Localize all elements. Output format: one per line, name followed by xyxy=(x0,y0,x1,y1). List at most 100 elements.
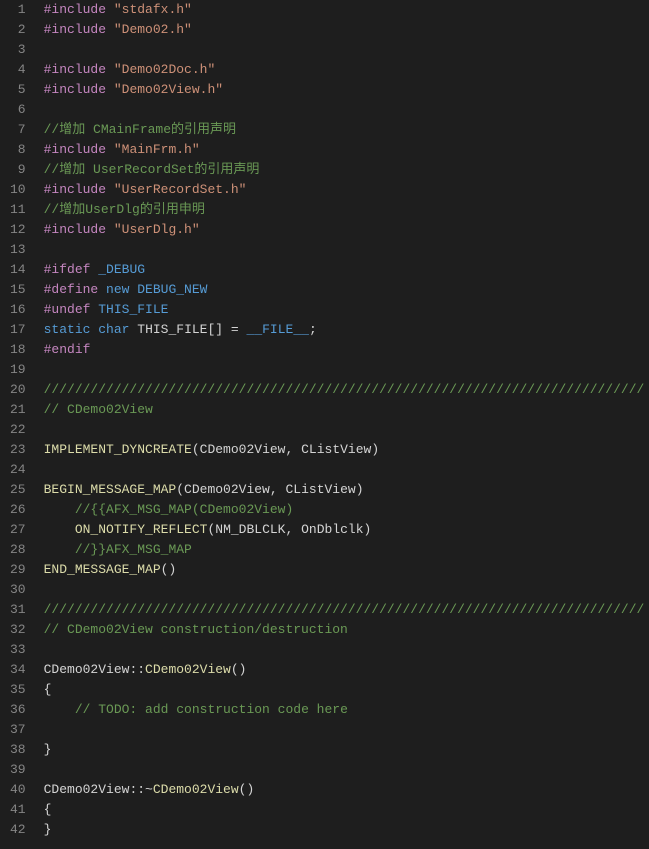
code-line[interactable]: #include "UserRecordSet.h" xyxy=(44,180,645,200)
token-ident: THIS_FILE xyxy=(137,322,207,337)
code-line[interactable]: #include "MainFrm.h" xyxy=(44,140,645,160)
line-number: 4 xyxy=(10,60,26,80)
code-line[interactable]: BEGIN_MESSAGE_MAP(CDemo02View, CListView… xyxy=(44,480,645,500)
code-line[interactable]: ON_NOTIFY_REFLECT(NM_DBLCLK, OnDblclk) xyxy=(44,520,645,540)
token-cmt: //增加UserDlg的引用申明 xyxy=(44,202,205,217)
token-kw: char xyxy=(98,322,129,337)
code-line[interactable]: // CDemo02View construction/destruction xyxy=(44,620,645,640)
code-line[interactable]: } xyxy=(44,820,645,840)
code-line[interactable]: #undef THIS_FILE xyxy=(44,300,645,320)
line-number-gutter: 1234567891011121314151617181920212223242… xyxy=(0,0,40,849)
code-line[interactable]: #include "Demo02View.h" xyxy=(44,80,645,100)
code-line[interactable]: { xyxy=(44,800,645,820)
code-line[interactable]: ////////////////////////////////////////… xyxy=(44,600,645,620)
token-ws xyxy=(44,522,75,537)
code-line[interactable] xyxy=(44,420,645,440)
token-pp: #ifdef xyxy=(44,262,91,277)
token-punct: ::~ xyxy=(129,782,152,797)
token-punct: , xyxy=(270,482,278,497)
code-line[interactable] xyxy=(44,580,645,600)
code-line[interactable]: //{{AFX_MSG_MAP(CDemo02View) xyxy=(44,500,645,520)
token-cmt: //增加 UserRecordSet的引用声明 xyxy=(44,162,260,177)
token-punct: ( xyxy=(192,442,200,457)
token-pp: #endif xyxy=(44,342,91,357)
token-ident: CDemo02View xyxy=(44,662,130,677)
token-pp: #include xyxy=(44,142,106,157)
line-number: 1 xyxy=(10,0,26,20)
line-number: 38 xyxy=(10,740,26,760)
code-line[interactable]: static char THIS_FILE[] = __FILE__; xyxy=(44,320,645,340)
token-str: "MainFrm.h" xyxy=(114,142,200,157)
line-number: 28 xyxy=(10,540,26,560)
token-cmt: //{{AFX_MSG_MAP(CDemo02View) xyxy=(75,502,293,517)
line-number: 40 xyxy=(10,780,26,800)
token-ident: CListView xyxy=(301,442,371,457)
code-line[interactable]: } xyxy=(44,740,645,760)
token-mac: _DEBUG xyxy=(98,262,145,277)
token-pp: #include xyxy=(44,22,106,37)
code-line[interactable]: ////////////////////////////////////////… xyxy=(44,380,645,400)
code-editor-area[interactable]: #include "stdafx.h"#include "Demo02.h"#i… xyxy=(40,0,645,849)
token-pp: #include xyxy=(44,82,106,97)
code-line[interactable] xyxy=(44,40,645,60)
token-pp: #include xyxy=(44,2,106,17)
token-str: "stdafx.h" xyxy=(114,2,192,17)
code-line[interactable]: #ifdef _DEBUG xyxy=(44,260,645,280)
token-punct: ; xyxy=(309,322,317,337)
token-ws xyxy=(239,322,247,337)
code-line[interactable]: // TODO: add construction code here xyxy=(44,700,645,720)
token-func: END_MESSAGE_MAP xyxy=(44,562,161,577)
code-line[interactable]: #include "Demo02Doc.h" xyxy=(44,60,645,80)
token-cmt: ////////////////////////////////////////… xyxy=(44,602,645,617)
code-line[interactable]: #include "stdafx.h" xyxy=(44,0,645,20)
token-ws xyxy=(106,222,114,237)
token-punct: :: xyxy=(129,662,145,677)
line-number: 20 xyxy=(10,380,26,400)
code-line[interactable] xyxy=(44,100,645,120)
code-line[interactable] xyxy=(44,360,645,380)
code-line[interactable]: //增加 UserRecordSet的引用声明 xyxy=(44,160,645,180)
line-number: 22 xyxy=(10,420,26,440)
token-ident: CDemo02View xyxy=(184,482,270,497)
code-line[interactable]: //增加UserDlg的引用申明 xyxy=(44,200,645,220)
token-func: ON_NOTIFY_REFLECT xyxy=(75,522,208,537)
token-ws xyxy=(44,542,75,557)
code-line[interactable]: #define new DEBUG_NEW xyxy=(44,280,645,300)
code-line[interactable] xyxy=(44,460,645,480)
token-func: CDemo02View xyxy=(153,782,239,797)
token-func: BEGIN_MESSAGE_MAP xyxy=(44,482,177,497)
code-line[interactable] xyxy=(44,760,645,780)
code-line[interactable] xyxy=(44,640,645,660)
token-mac: THIS_FILE xyxy=(98,302,168,317)
code-line[interactable] xyxy=(44,240,645,260)
code-line[interactable]: #include "Demo02.h" xyxy=(44,20,645,40)
token-punct: = xyxy=(231,322,239,337)
token-ident: CDemo02View xyxy=(44,782,130,797)
token-ws xyxy=(44,702,75,717)
code-line[interactable]: //增加 CMainFrame的引用声明 xyxy=(44,120,645,140)
code-line[interactable]: END_MESSAGE_MAP() xyxy=(44,560,645,580)
token-str: "Demo02Doc.h" xyxy=(114,62,215,77)
token-str: "UserDlg.h" xyxy=(114,222,200,237)
line-number: 13 xyxy=(10,240,26,260)
line-number: 33 xyxy=(10,640,26,660)
line-number: 11 xyxy=(10,200,26,220)
line-number: 34 xyxy=(10,660,26,680)
code-line[interactable]: CDemo02View::CDemo02View() xyxy=(44,660,645,680)
code-line[interactable]: //}}AFX_MSG_MAP xyxy=(44,540,645,560)
code-line[interactable]: #include "UserDlg.h" xyxy=(44,220,645,240)
line-number: 7 xyxy=(10,120,26,140)
code-line[interactable]: CDemo02View::~CDemo02View() xyxy=(44,780,645,800)
line-number: 26 xyxy=(10,500,26,520)
code-line[interactable]: // CDemo02View xyxy=(44,400,645,420)
code-line[interactable]: #endif xyxy=(44,340,645,360)
token-ws xyxy=(293,522,301,537)
line-number: 29 xyxy=(10,560,26,580)
code-line[interactable]: { xyxy=(44,680,645,700)
code-line[interactable]: IMPLEMENT_DYNCREATE(CDemo02View, CListVi… xyxy=(44,440,645,460)
token-ident: CDemo02View xyxy=(200,442,286,457)
token-ws xyxy=(106,22,114,37)
token-ws xyxy=(106,62,114,77)
token-cmt: // CDemo02View construction/destruction xyxy=(44,622,348,637)
code-line[interactable] xyxy=(44,720,645,740)
